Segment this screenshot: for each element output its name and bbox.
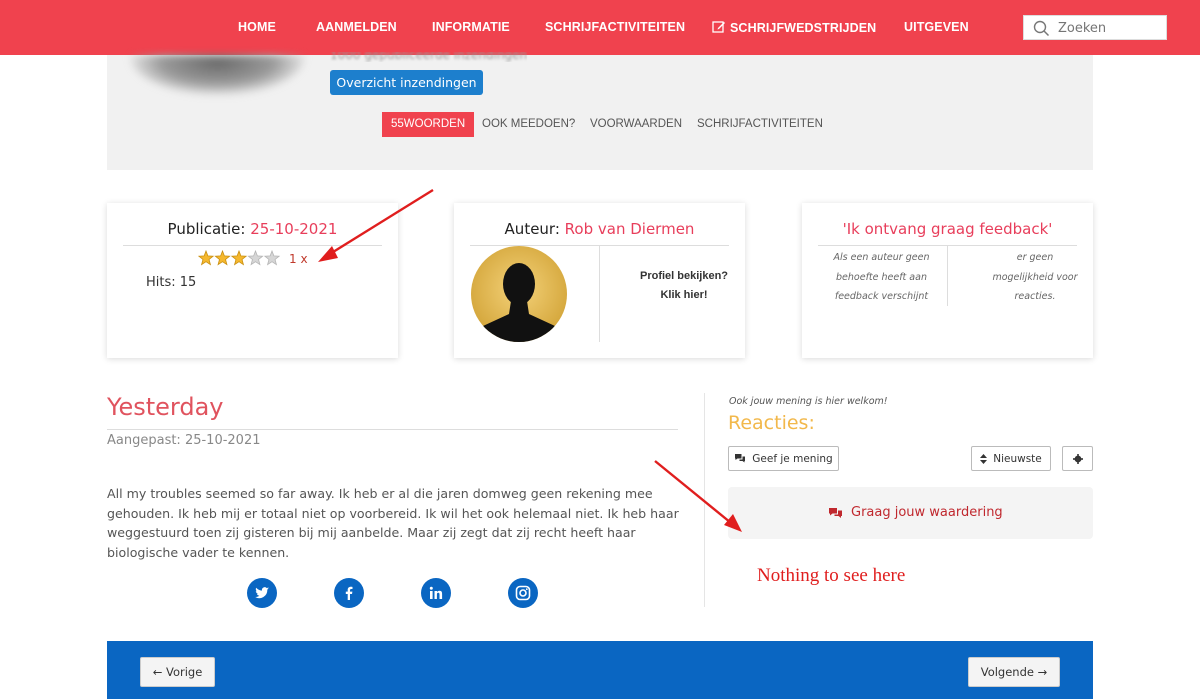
annotation-arrows: [318, 188, 742, 532]
previous-button[interactable]: ← Vorige: [140, 657, 215, 687]
annotation-arrow-icon: [654, 460, 742, 532]
next-button[interactable]: Volgende →: [968, 657, 1060, 687]
annotation-arrow-icon: [318, 188, 434, 262]
footer-navigation: [107, 641, 1093, 699]
